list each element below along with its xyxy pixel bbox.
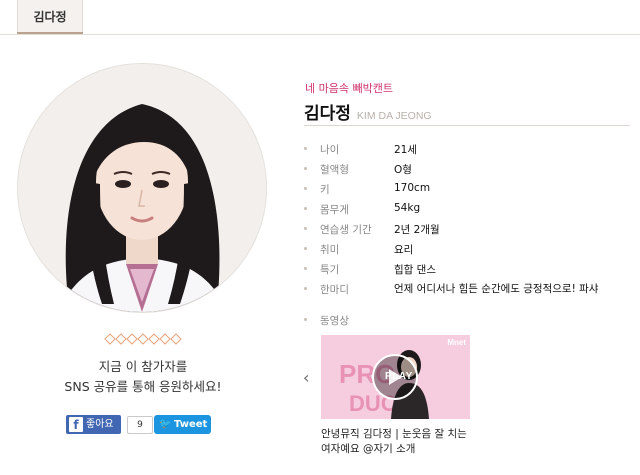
share-line-2: SNS 공유를 통해 응원하세요! (64, 379, 222, 394)
info-value: 힙합 댄스 (394, 264, 436, 276)
chevron-left-icon[interactable]: ‹ (303, 368, 309, 387)
info-label: 나이 (320, 144, 340, 156)
tab-profile-name[interactable]: 김다정 (17, 0, 83, 33)
bullet (304, 167, 307, 170)
bullet (304, 247, 307, 250)
facebook-icon: f (69, 417, 83, 432)
profile-tagline: 네 마음속 빼박캔트 (305, 82, 393, 95)
tab-bar: 김다정 (0, 0, 640, 35)
bullet (304, 187, 307, 190)
info-label: 특기 (320, 264, 340, 276)
info-value: 요리 (394, 244, 414, 256)
info-label: 몸무게 (320, 204, 349, 216)
tab-active-indicator (17, 32, 83, 34)
video-label-text: 동영상 (320, 315, 349, 327)
facebook-like-count: 9 (127, 416, 153, 434)
info-divider (304, 125, 630, 126)
play-label: PLAY (385, 371, 413, 382)
video-caption-link[interactable]: 안녕뮤직 김다정 | 눈웃음 잘 치는 여자예요 @자기 소개 (321, 427, 476, 457)
facebook-like-button[interactable]: f 좋아요 (66, 415, 121, 434)
twitter-bird-icon: 🐦 (159, 419, 172, 430)
decorative-diamond-divider (103, 331, 183, 345)
info-value: 54kg (394, 202, 421, 214)
mnet-logo: Mnet (447, 338, 466, 347)
bullet (304, 227, 307, 230)
info-label: 혈액형 (320, 164, 349, 176)
profile-name-english: KIM DA JEONG (356, 110, 432, 122)
tab-label: 김다정 (33, 10, 67, 24)
bullet (304, 207, 307, 210)
info-value: 2년 2개월 (394, 224, 440, 236)
info-value: 170cm (394, 182, 431, 194)
info-value: 21세 (394, 144, 418, 156)
facebook-like-label: 좋아요 (86, 419, 114, 430)
bullet (304, 267, 307, 270)
info-label: 연습생 기간 (320, 224, 372, 236)
info-label: 취미 (320, 244, 340, 256)
tweet-label: Tweet (174, 419, 208, 430)
bullet (304, 287, 307, 290)
bullet (304, 318, 307, 321)
bullet (304, 147, 307, 150)
profile-photo (18, 64, 266, 312)
video-thumbnail[interactable]: PRO DUCE PLAY Mnet (321, 335, 470, 419)
tweet-button[interactable]: 🐦 Tweet (154, 415, 211, 434)
info-label: 한마디 (320, 284, 349, 296)
share-line-1: 지금 이 참가자를 (98, 359, 188, 374)
info-label: 키 (320, 184, 330, 196)
profile-name-row: 김다정 KIM DA JEONG (304, 99, 432, 124)
info-value: O형 (394, 164, 412, 176)
info-value: 언제 어디서나 힘든 순간에도 긍정적으로! 파샤 (394, 283, 599, 295)
profile-name: 김다정 (304, 104, 351, 124)
share-message: 지금 이 참가자를 SNS 공유를 통해 응원하세요! (0, 357, 286, 397)
